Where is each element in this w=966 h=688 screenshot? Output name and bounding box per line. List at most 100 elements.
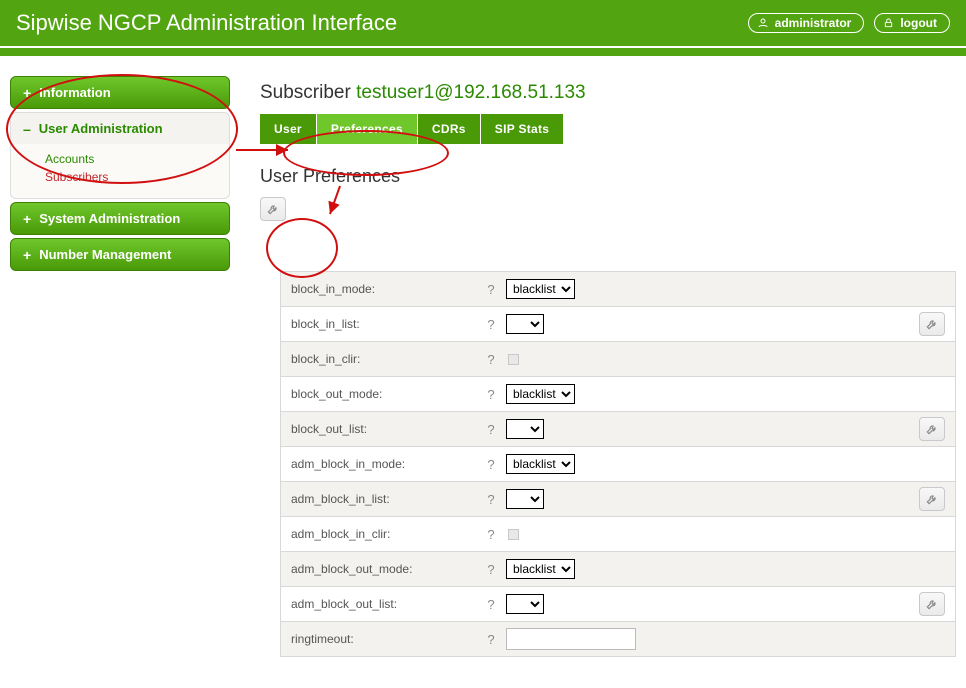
row-edit-button[interactable]: [919, 592, 945, 616]
pref-row-adm_block_in_mode: adm_block_in_mode:?blacklist: [281, 446, 955, 481]
configure-button[interactable]: [260, 197, 286, 221]
help-icon[interactable]: ?: [476, 632, 506, 647]
plus-icon: +: [23, 212, 31, 226]
row-action: [911, 592, 945, 616]
row-action: [911, 312, 945, 336]
adm_block_in_list-select[interactable]: [506, 489, 544, 509]
pref-control: blacklist: [506, 279, 911, 299]
sidebar-sublist: Accounts Subscribers: [11, 144, 229, 198]
row-action: [911, 417, 945, 441]
block_out_mode-select[interactable]: blacklist: [506, 384, 575, 404]
pref-row-adm_block_out_mode: adm_block_out_mode:?blacklist: [281, 551, 955, 586]
logout-label: logout: [900, 16, 937, 30]
pref-row-adm_block_out_list: adm_block_out_list:?: [281, 586, 955, 621]
help-icon[interactable]: ?: [476, 597, 506, 612]
pref-control: [506, 529, 911, 540]
row-edit-button[interactable]: [919, 417, 945, 441]
pref-label: adm_block_in_clir:: [281, 519, 476, 549]
logout-button[interactable]: logout: [874, 13, 950, 33]
pref-row-block_out_mode: block_out_mode:?blacklist: [281, 376, 955, 411]
pref-row-block_in_mode: block_in_mode:?blacklist: [281, 271, 955, 306]
user-icon: [757, 17, 769, 29]
subscriber-id: testuser1@192.168.51.133: [356, 82, 586, 103]
pref-control: [506, 628, 911, 650]
tab-preferences[interactable]: Preferences: [317, 114, 417, 144]
tab-cdrs[interactable]: CDRs: [418, 114, 480, 144]
block_out_list-select[interactable]: [506, 419, 544, 439]
help-icon[interactable]: ?: [476, 562, 506, 577]
help-icon[interactable]: ?: [476, 282, 506, 297]
sidebar-item-label: Information: [39, 85, 111, 100]
sidebar: + Information – User Administration Acco…: [10, 76, 230, 274]
pref-label: ringtimeout:: [281, 624, 476, 654]
sidebar-item-user-administration: – User Administration Accounts Subscribe…: [10, 112, 230, 199]
adm_block_out_mode-select[interactable]: blacklist: [506, 559, 575, 579]
lock-icon: [883, 17, 894, 29]
pref-row-block_in_clir: block_in_clir:?: [281, 341, 955, 376]
pref-control: [506, 314, 911, 334]
row-edit-button[interactable]: [919, 487, 945, 511]
sidebar-item-label: User Administration: [39, 121, 163, 136]
pref-label: block_in_mode:: [281, 274, 476, 304]
wrench-icon: [266, 202, 280, 216]
sidebar-item-number-management[interactable]: + Number Management: [10, 238, 230, 271]
pref-row-block_in_list: block_in_list:?: [281, 306, 955, 341]
wrench-icon: [925, 422, 939, 436]
plus-icon: +: [23, 86, 31, 100]
section-title: User Preferences: [260, 166, 956, 187]
help-icon[interactable]: ?: [476, 387, 506, 402]
help-icon[interactable]: ?: [476, 352, 506, 367]
sidebar-link-subscribers[interactable]: Subscribers: [45, 168, 221, 186]
pref-row-adm_block_in_clir: adm_block_in_clir:?: [281, 516, 955, 551]
help-icon[interactable]: ?: [476, 492, 506, 507]
pref-label: block_out_list:: [281, 414, 476, 444]
wrench-icon: [925, 597, 939, 611]
ringtimeout-input[interactable]: [506, 628, 636, 650]
wrench-icon: [925, 492, 939, 506]
sidebar-item-label: Number Management: [39, 247, 171, 262]
page-title: Subscriber testuser1@192.168.51.133: [260, 82, 956, 104]
topbar: Sipwise NGCP Administration Interface ad…: [0, 0, 966, 46]
layout: + Information – User Administration Acco…: [0, 56, 966, 657]
subscriber-prefix: Subscriber: [260, 82, 356, 103]
plus-icon: +: [23, 248, 31, 262]
app-title: Sipwise NGCP Administration Interface: [16, 10, 397, 36]
tab-sip-stats[interactable]: SIP Stats: [481, 114, 564, 144]
tab-user[interactable]: User: [260, 114, 316, 144]
pref-row-ringtimeout: ringtimeout:?: [281, 621, 955, 656]
pref-label: adm_block_out_list:: [281, 589, 476, 619]
pref-control: [506, 419, 911, 439]
sidebar-item-information[interactable]: + Information: [10, 76, 230, 109]
tabs: User Preferences CDRs SIP Stats: [260, 114, 956, 144]
block_in_clir-checkbox[interactable]: [508, 354, 519, 365]
help-icon[interactable]: ?: [476, 317, 506, 332]
sidebar-item-header[interactable]: – User Administration: [11, 113, 229, 144]
adm_block_out_list-select[interactable]: [506, 594, 544, 614]
block_in_mode-select[interactable]: blacklist: [506, 279, 575, 299]
row-edit-button[interactable]: [919, 312, 945, 336]
pref-row-block_out_list: block_out_list:?: [281, 411, 955, 446]
pref-control: [506, 594, 911, 614]
user-pill[interactable]: administrator: [748, 13, 865, 33]
pref-label: block_in_clir:: [281, 344, 476, 374]
pref-control: [506, 354, 911, 365]
pref-label: adm_block_in_mode:: [281, 449, 476, 479]
sidebar-item-system-administration[interactable]: + System Administration: [10, 202, 230, 235]
preferences-table: block_in_mode:?blacklistblock_in_list:?b…: [280, 271, 956, 657]
wrench-icon: [925, 317, 939, 331]
block_in_list-select[interactable]: [506, 314, 544, 334]
row-action: [911, 487, 945, 511]
pref-label: adm_block_out_mode:: [281, 554, 476, 584]
sidebar-item-label: System Administration: [39, 211, 180, 226]
help-icon[interactable]: ?: [476, 527, 506, 542]
main: Subscriber testuser1@192.168.51.133 User…: [260, 76, 966, 657]
pref-label: block_out_mode:: [281, 379, 476, 409]
help-icon[interactable]: ?: [476, 422, 506, 437]
user-label: administrator: [775, 16, 852, 30]
help-icon[interactable]: ?: [476, 457, 506, 472]
accent-strip: [0, 48, 966, 56]
pref-row-adm_block_in_list: adm_block_in_list:?: [281, 481, 955, 516]
adm_block_in_clir-checkbox[interactable]: [508, 529, 519, 540]
adm_block_in_mode-select[interactable]: blacklist: [506, 454, 575, 474]
sidebar-link-accounts[interactable]: Accounts: [45, 150, 221, 168]
